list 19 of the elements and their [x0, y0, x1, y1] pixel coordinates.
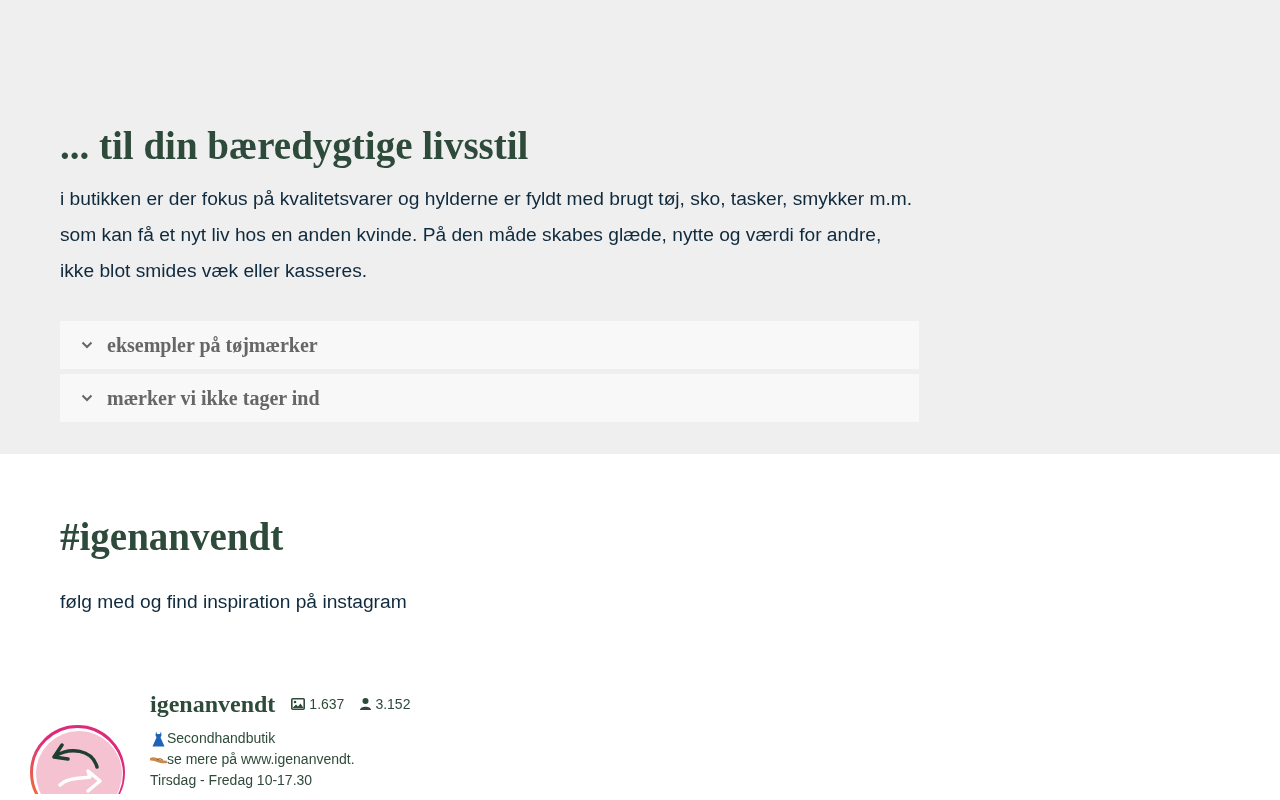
profile-avatar-icon[interactable] [30, 725, 125, 794]
post-count: 1.637 [309, 694, 345, 714]
chevron-icon [81, 394, 93, 402]
chevron-icon [81, 341, 93, 349]
profile-username[interactable]: igenanvendt [150, 690, 276, 718]
accordion-toggle[interactable]: eksempler på tøjmærker [60, 321, 919, 369]
bio-text: Secondhandbutik [167, 729, 276, 748]
section-heading: #igenanvendt [60, 514, 285, 560]
follower-count: 3.152 [375, 694, 411, 714]
intro-paragraph: i butikken er der fokus på kvalitetsvarer og hylderne er fyldt med brugt tøj, sko, tasker, smykker m.m. som kan få et nyt liv hos en anden kvinde. På den måde skabes glæde, nytte og værdi for andre, ikke blot smides væk eller kasseres. [60, 187, 914, 283]
person-icon [360, 698, 372, 710]
dress-icon [150, 730, 167, 747]
shoe-icon [150, 755, 167, 764]
accordion-toggle[interactable]: mærker vi ikke tager ind [60, 374, 919, 422]
instagram-intro-text: følg med og find inspiration på instagram [60, 590, 408, 614]
bio-text: se mere på www.igenanvendt. [167, 750, 355, 769]
bio-text: Tirsdag - Fredag 10-17.30 [150, 771, 313, 790]
image-icon [291, 698, 306, 710]
section-heading: ... til din bæredygtige livsstil [60, 123, 530, 169]
